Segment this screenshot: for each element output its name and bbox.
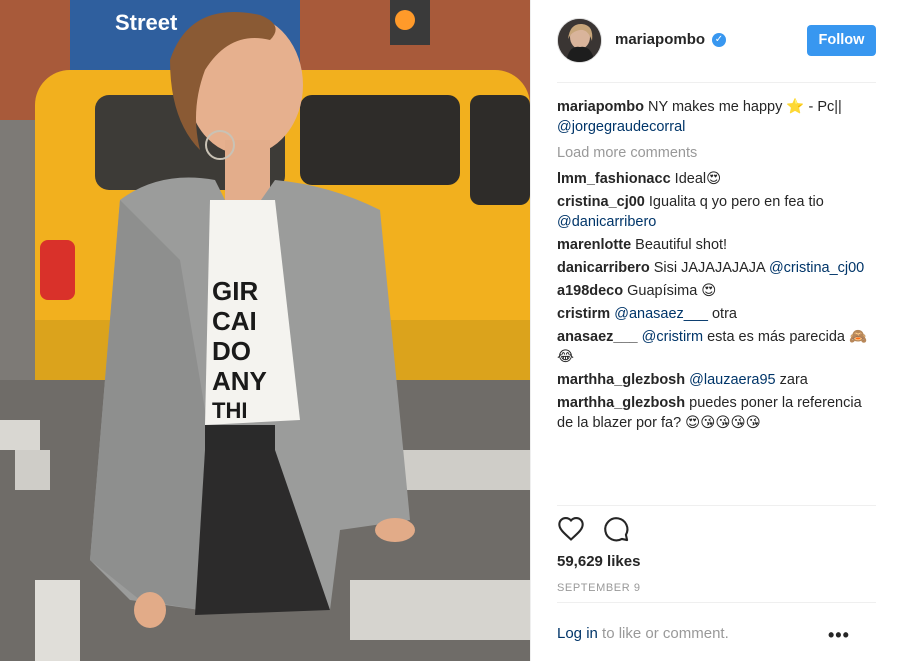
street-sign-text: Street	[115, 10, 178, 35]
comment: cristirm @anasaez___ otra	[557, 304, 879, 324]
comment-text: zara	[775, 372, 808, 388]
caption-text: NY makes me happy ⭐️ - Pc||	[648, 99, 842, 115]
photo-illustration: Street GIR CAI DO ANY THI	[0, 0, 530, 661]
comment: a198deco Guapísima 😍	[557, 281, 879, 301]
comment-username[interactable]: cristina_cj00	[557, 194, 645, 210]
comment-mention[interactable]: @anasaez___	[614, 306, 708, 322]
comment-text: Beautiful shot!	[635, 237, 728, 253]
comment: anasaez___ @cristirm esta es más parecid…	[557, 327, 879, 367]
more-options-icon[interactable]: •••	[828, 625, 850, 646]
avatar[interactable]	[557, 18, 602, 63]
shirt-text-1: GIR	[212, 276, 258, 306]
divider	[557, 82, 876, 83]
comment: marthha_glezbosh puedes poner la referen…	[557, 393, 879, 433]
divider	[557, 602, 876, 603]
comment-username[interactable]: lmm_fashionacc	[557, 171, 671, 187]
comment-text: otra	[707, 306, 737, 322]
comment-username[interactable]: danicarribero	[557, 260, 650, 276]
action-bar	[557, 515, 877, 545]
caption: mariapombo NY makes me happy ⭐️ - Pc|| @…	[557, 97, 879, 137]
shirt-text-3: DO	[212, 336, 251, 366]
login-prompt-text: to like or comment.	[597, 625, 729, 642]
comment-username[interactable]: anasaez___	[557, 329, 638, 345]
comment-username[interactable]: cristirm	[557, 306, 610, 322]
divider	[557, 505, 876, 506]
comment-mention[interactable]: @cristirm	[642, 329, 703, 345]
load-more-comments[interactable]: Load more comments	[557, 143, 879, 163]
avatar-image	[558, 19, 601, 62]
comment-text: Igualita q yo pero en fea tio	[648, 194, 824, 210]
likes-count[interactable]: 59,629 likes	[557, 553, 640, 570]
comment-mention[interactable]: @danicarribero	[557, 214, 656, 230]
comment-mention[interactable]: @lauzaera95	[689, 372, 775, 388]
post-sidebar: mariapombo ✓ Follow mariapombo NY makes …	[530, 0, 900, 661]
heart-icon[interactable]	[557, 515, 585, 543]
follow-button[interactable]: Follow	[807, 25, 876, 56]
comment-username[interactable]: marenlotte	[557, 237, 631, 253]
post-date: SEPTEMBER 9	[557, 582, 641, 594]
shirt-text-5: THI	[212, 398, 247, 423]
author-username[interactable]: mariapombo	[615, 31, 705, 48]
comment-mention[interactable]: @cristina_cj00	[769, 260, 864, 276]
comment: marenlotte Beautiful shot!	[557, 235, 879, 255]
comment: danicarribero Sisi JAJAJAJAJA @cristina_…	[557, 258, 879, 278]
post-header: mariapombo ✓ Follow	[531, 0, 900, 83]
comment-text: Ideal😍	[674, 171, 722, 187]
comment: cristina_cj00 Igualita q yo pero en fea …	[557, 192, 879, 232]
shirt-text-2: CAI	[212, 306, 257, 336]
comment-text: Guapísima 😍	[627, 283, 717, 299]
comment-username[interactable]: a198deco	[557, 283, 623, 299]
post-photo[interactable]: Street GIR CAI DO ANY THI	[0, 0, 530, 661]
verified-icon: ✓	[712, 33, 726, 47]
caption-mention[interactable]: @jorgegraudecorral	[557, 119, 685, 135]
comment-text: Sisi JAJAJAJAJA	[653, 260, 765, 276]
instagram-post: Street GIR CAI DO ANY THI mariapombo ✓ F…	[0, 0, 900, 661]
comment-username[interactable]: marthha_glezbosh	[557, 395, 685, 411]
comment: lmm_fashionacc Ideal😍	[557, 169, 879, 189]
login-link[interactable]: Log in	[557, 625, 598, 642]
caption-username[interactable]: mariapombo	[557, 99, 644, 115]
shirt-text-4: ANY	[212, 366, 267, 396]
comment-icon[interactable]	[602, 515, 630, 543]
comment: marthha_glezbosh @lauzaera95 zara	[557, 370, 879, 390]
comments-list: mariapombo NY makes me happy ⭐️ - Pc|| @…	[557, 97, 879, 436]
comment-username[interactable]: marthha_glezbosh	[557, 372, 685, 388]
